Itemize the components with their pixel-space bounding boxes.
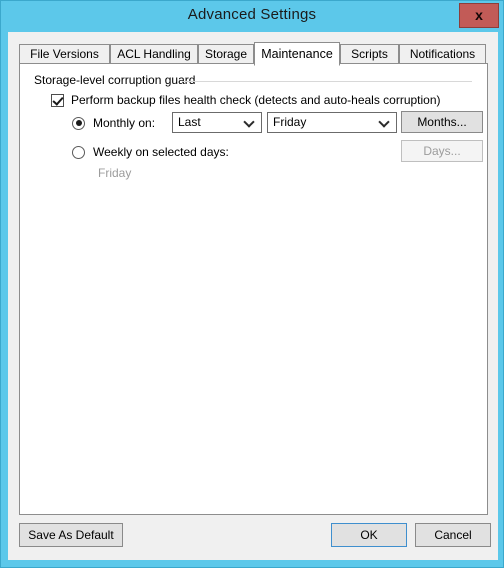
maintenance-tab-panel: Storage-level corruption guard Perform b…: [19, 63, 488, 515]
week-ordinal-combo[interactable]: Last: [172, 112, 262, 133]
group-divider: [182, 81, 472, 82]
monthly-radio-row[interactable]: Monthly on:: [72, 116, 155, 130]
health-check-checkbox[interactable]: [51, 93, 64, 107]
tab-file-versions[interactable]: File Versions: [19, 44, 110, 64]
weekly-selected-days-value: Friday: [98, 166, 132, 180]
tab-acl-handling[interactable]: ACL Handling: [110, 44, 198, 64]
weekday-value: Friday: [273, 115, 307, 129]
ok-button[interactable]: OK: [331, 523, 407, 547]
health-check-label: Perform backup files health check (detec…: [71, 93, 441, 107]
tab-notifications[interactable]: Notifications: [399, 44, 486, 64]
monthly-label: Monthly on:: [93, 116, 156, 130]
chevron-down-icon[interactable]: [245, 118, 254, 127]
advanced-settings-dialog: Advanced Settings x File Versions ACL Ha…: [0, 0, 504, 568]
months-button[interactable]: Months...: [401, 111, 483, 133]
weekly-radio[interactable]: [72, 145, 85, 159]
title-bar: Advanced Settings x: [1, 1, 503, 32]
week-ordinal-value: Last: [178, 115, 201, 129]
weekly-label: Weekly on selected days:: [93, 145, 229, 159]
weekday-combo[interactable]: Friday: [267, 112, 397, 133]
tab-maintenance[interactable]: Maintenance: [254, 42, 340, 66]
dialog-body: File Versions ACL Handling Storage Maint…: [8, 32, 498, 560]
chevron-down-icon[interactable]: [380, 118, 389, 127]
health-check-row[interactable]: Perform backup files health check (detec…: [51, 93, 441, 107]
cancel-button[interactable]: Cancel: [415, 523, 491, 547]
save-as-default-button[interactable]: Save As Default: [19, 523, 123, 547]
tab-scripts[interactable]: Scripts: [340, 44, 399, 64]
group-title-corruption-guard: Storage-level corruption guard: [34, 73, 201, 87]
close-icon[interactable]: x: [459, 3, 499, 28]
tab-storage[interactable]: Storage: [198, 44, 254, 64]
days-button: Days...: [401, 140, 483, 162]
weekly-radio-row[interactable]: Weekly on selected days:: [72, 145, 229, 159]
monthly-radio[interactable]: [72, 116, 85, 130]
window-title: Advanced Settings: [187, 6, 317, 23]
